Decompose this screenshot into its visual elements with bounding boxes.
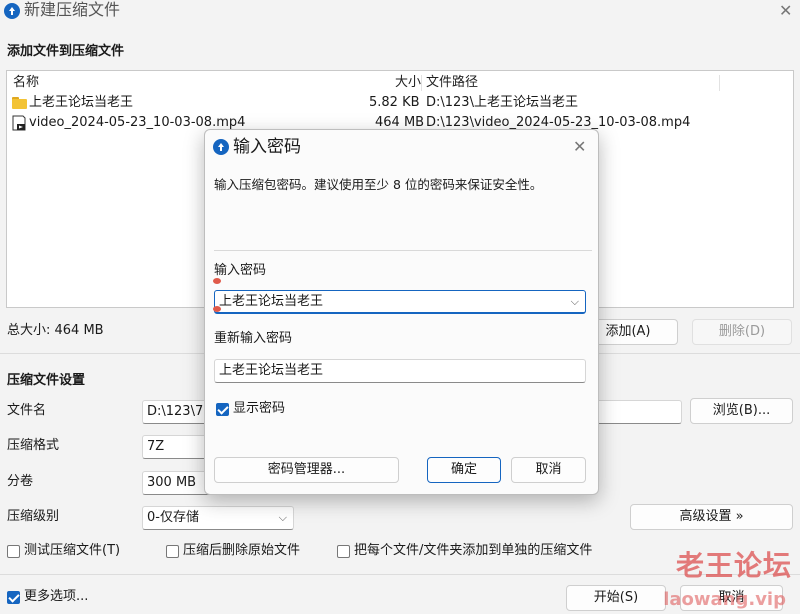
test-archive-label[interactable]: 测试压缩文件(T)	[24, 542, 120, 560]
show-password-label[interactable]: 显示密码	[233, 400, 285, 418]
password-input[interactable]: 上老王论坛当老王 ⌵	[214, 290, 586, 314]
column-header-path[interactable]: 文件路径	[426, 73, 478, 93]
file-name: 上老王论坛当老王	[29, 95, 134, 110]
chevron-down-icon[interactable]: ⌵	[571, 291, 579, 312]
column-header-name[interactable]: 名称	[13, 73, 39, 93]
password-value: 上老王论坛当老王	[219, 294, 324, 309]
browse-button[interactable]: 浏览(B)...	[690, 398, 793, 424]
separate-archives-label[interactable]: 把每个文件/文件夹添加到单独的压缩文件	[354, 542, 592, 560]
dialog-title: 输入密码	[233, 137, 301, 157]
column-header-size[interactable]: 大小	[395, 73, 421, 93]
marker-dot	[213, 278, 221, 284]
delete-after-checkbox[interactable]	[166, 545, 179, 558]
more-options-label[interactable]: 更多选项...	[24, 588, 88, 606]
close-icon[interactable]: ✕	[573, 139, 586, 155]
test-archive-checkbox[interactable]	[7, 545, 20, 558]
file-path: D:\123\上老王论坛当老王	[426, 95, 578, 110]
reenter-password-input[interactable]: 上老王论坛当老王	[214, 359, 586, 383]
delete-button[interactable]: 删除(D)	[692, 319, 792, 345]
settings-section-title: 压缩文件设置	[7, 373, 86, 388]
format-value: 7Z	[147, 439, 165, 454]
format-label: 压缩格式	[7, 438, 60, 453]
level-select[interactable]: 0-仅存储 ⌵	[142, 506, 294, 530]
title-bar: 新建压缩文件 ✕	[0, 0, 800, 24]
table-row[interactable]: 上老王论坛当老王 5.82 KB D:\123\上老王论坛当老王	[7, 93, 793, 113]
volume-label: 分卷	[7, 474, 34, 489]
separate-archives-checkbox[interactable]	[337, 545, 350, 558]
advanced-settings-button[interactable]: 高级设置 »	[630, 504, 793, 530]
delete-after-label[interactable]: 压缩后删除原始文件	[183, 542, 300, 560]
password-manager-button[interactable]: 密码管理器...	[214, 457, 399, 483]
chevron-down-icon: ⌵	[278, 511, 287, 524]
volume-value: 300 MB	[147, 475, 197, 490]
show-password-checkbox[interactable]	[216, 403, 229, 416]
window-title: 新建压缩文件	[24, 0, 121, 19]
password-dialog: 输入密码 ✕ 输入压缩包密码。建议使用至少 8 位的密码来保证安全性。 输入密码…	[204, 129, 599, 495]
watermark-text: 老王论坛	[675, 549, 792, 582]
password-label: 输入密码	[214, 263, 267, 278]
filename-label: 文件名	[7, 403, 47, 418]
more-options-checkbox[interactable]	[7, 591, 20, 604]
video-file-icon	[11, 115, 27, 131]
watermark-url: laowang.vip	[663, 589, 786, 610]
dialog-cancel-button[interactable]: 取消	[511, 457, 586, 483]
column-divider	[421, 75, 422, 91]
divider	[214, 250, 592, 251]
start-button[interactable]: 开始(S)	[566, 585, 666, 611]
level-value: 0-仅存储	[147, 510, 199, 525]
file-size: 5.82 KB	[369, 95, 420, 110]
marker-dot	[213, 306, 221, 312]
total-size: 总大小: 464 MB	[7, 323, 104, 338]
close-icon[interactable]: ✕	[779, 3, 792, 19]
app-logo-icon	[213, 139, 229, 155]
add-files-section-title: 添加文件到压缩文件	[7, 44, 125, 59]
ok-button[interactable]: 确定	[427, 457, 501, 483]
folder-icon	[12, 97, 27, 109]
app-logo-icon	[4, 3, 20, 19]
reenter-password-label: 重新输入密码	[214, 331, 293, 346]
level-label: 压缩级别	[7, 509, 60, 524]
column-divider	[719, 75, 720, 91]
dialog-description: 输入压缩包密码。建议使用至少 8 位的密码来保证安全性。	[214, 177, 543, 192]
